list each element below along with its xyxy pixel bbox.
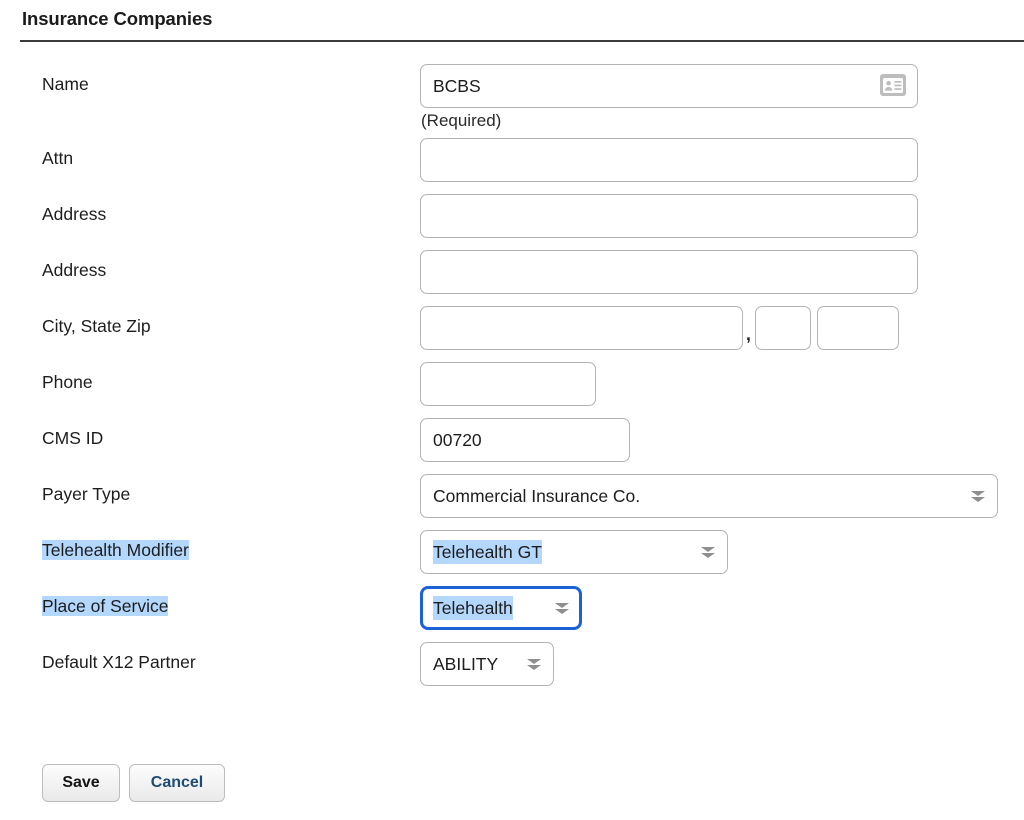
label-cell-city-state-zip: City, State Zip xyxy=(0,300,420,338)
city-state-zip-group: , xyxy=(420,306,1024,350)
label-default-x12-partner: Default X12 Partner xyxy=(42,652,196,672)
field-cell-city-state-zip: , xyxy=(420,300,1024,350)
page-header: Insurance Companies xyxy=(0,0,1024,32)
form-actions: Save Cancel xyxy=(42,764,225,802)
name-input-wrapper xyxy=(420,64,918,108)
label-phone: Phone xyxy=(42,372,93,392)
name-required-note: (Required) xyxy=(421,111,502,130)
form-row-address-1: Address xyxy=(0,188,1024,244)
chevron-double-down-icon xyxy=(543,602,569,614)
telehealth-modifier-value: Telehealth GT xyxy=(433,540,542,564)
field-cell-address-2 xyxy=(420,244,1024,294)
payer-type-select[interactable]: Commercial Insurance Co. xyxy=(420,474,998,518)
label-cell-cms-id: CMS ID xyxy=(0,412,420,450)
label-address-2: Address xyxy=(42,260,107,280)
field-cell-address-1 xyxy=(420,188,1024,238)
label-cell-place-of-service: Place of Service xyxy=(0,580,420,618)
label-telehealth-modifier: Telehealth Modifier xyxy=(42,540,189,560)
label-cell-phone: Phone xyxy=(0,356,420,394)
chevron-double-down-icon xyxy=(955,490,985,502)
form-row-name: Name (Required) xyxy=(0,58,1024,132)
label-place-of-service: Place of Service xyxy=(42,596,169,616)
form-row-phone: Phone xyxy=(0,356,1024,412)
label-city-state-zip: City, State Zip xyxy=(42,316,151,336)
default-x12-partner-select[interactable]: ABILITY xyxy=(420,642,554,686)
form-row-place-of-service: Place of Service Telehealth xyxy=(0,580,1024,636)
chevron-double-down-icon xyxy=(515,658,541,670)
cancel-button[interactable]: Cancel xyxy=(129,764,225,802)
telehealth-modifier-select[interactable]: Telehealth GT xyxy=(420,530,728,574)
field-cell-default-x12-partner: ABILITY xyxy=(420,636,1024,686)
insurance-company-form: Name (Required) A xyxy=(0,58,1024,692)
field-cell-cms-id xyxy=(420,412,1024,462)
place-of-service-select[interactable]: Telehealth xyxy=(420,586,582,630)
phone-input[interactable] xyxy=(420,362,596,406)
save-button[interactable]: Save xyxy=(42,764,120,802)
label-cell-address-1: Address xyxy=(0,188,420,226)
form-row-address-2: Address xyxy=(0,244,1024,300)
label-cell-telehealth-modifier: Telehealth Modifier xyxy=(0,524,420,562)
cms-id-input[interactable] xyxy=(420,418,630,462)
page-title: Insurance Companies xyxy=(22,8,213,29)
city-input[interactable] xyxy=(420,306,743,350)
chevron-double-down-icon xyxy=(685,546,715,558)
name-input[interactable] xyxy=(420,64,918,108)
title-divider xyxy=(20,40,1024,42)
address-line-2-input[interactable] xyxy=(420,250,918,294)
contact-card-icon[interactable] xyxy=(880,74,906,96)
form-row-payer-type: Payer Type Commercial Insurance Co. xyxy=(0,468,1024,524)
label-cell-attn: Attn xyxy=(0,132,420,170)
attn-input[interactable] xyxy=(420,138,918,182)
state-input[interactable] xyxy=(754,306,811,350)
form-row-city-state-zip: City, State Zip , xyxy=(0,300,1024,356)
label-cell-name: Name xyxy=(0,58,420,96)
label-cms-id: CMS ID xyxy=(42,428,104,448)
field-cell-phone xyxy=(420,356,1024,406)
address-line-1-input[interactable] xyxy=(420,194,918,238)
field-cell-name: (Required) xyxy=(420,58,1024,132)
form-row-default-x12-partner: Default X12 Partner ABILITY xyxy=(0,636,1024,692)
field-cell-telehealth-modifier: Telehealth GT xyxy=(420,524,1024,574)
field-cell-place-of-service: Telehealth xyxy=(420,580,1024,630)
label-cell-payer-type: Payer Type xyxy=(0,468,420,506)
label-attn: Attn xyxy=(42,148,74,168)
default-x12-partner-value: ABILITY xyxy=(433,654,499,674)
form-row-cms-id: CMS ID xyxy=(0,412,1024,468)
label-payer-type: Payer Type xyxy=(42,484,131,504)
payer-type-value: Commercial Insurance Co. xyxy=(433,486,641,506)
field-cell-attn xyxy=(420,132,1024,182)
zip-input[interactable] xyxy=(816,306,899,350)
label-address-1: Address xyxy=(42,204,107,224)
form-row-attn: Attn xyxy=(0,132,1024,188)
label-name: Name xyxy=(42,74,89,94)
label-cell-default-x12-partner: Default X12 Partner xyxy=(0,636,420,674)
city-state-separator: , xyxy=(746,324,751,344)
form-row-telehealth-modifier: Telehealth Modifier Telehealth GT xyxy=(0,524,1024,580)
place-of-service-value: Telehealth xyxy=(433,596,513,620)
label-cell-address-2: Address xyxy=(0,244,420,282)
field-cell-payer-type: Commercial Insurance Co. xyxy=(420,468,1024,518)
